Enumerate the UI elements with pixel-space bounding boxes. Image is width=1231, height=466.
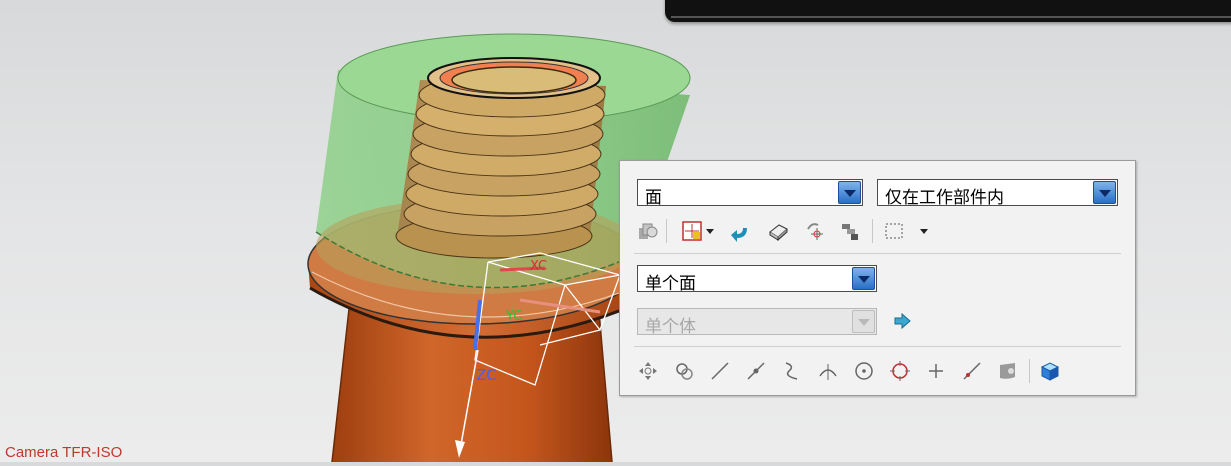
rectangle-select-icon[interactable] (882, 219, 906, 243)
face-rule-value: 单个面 (645, 274, 696, 294)
body-rule-value: 单个体 (645, 317, 696, 337)
tangent-icon[interactable] (816, 359, 840, 383)
zc-axis-label: ZC (476, 366, 497, 384)
chevron-down-icon[interactable] (852, 310, 875, 333)
toolbar-separator (666, 219, 667, 243)
caret-down-icon[interactable] (706, 229, 714, 234)
quadrant-icon[interactable] (888, 359, 912, 383)
feature-point-icon[interactable] (803, 219, 827, 243)
type-filter-dropdown[interactable]: 面 (637, 179, 863, 208)
selection-scope-value: 仅在工作部件内 (885, 188, 1004, 208)
undo-selection-icon[interactable] (728, 221, 752, 245)
midpoint-icon[interactable] (744, 359, 768, 383)
yc-axis-label: YC (505, 309, 522, 324)
camera-label: Camera TFR-ISO (5, 444, 123, 461)
body-rule-dropdown[interactable]: 单个体 (637, 308, 877, 337)
chevron-down-icon[interactable] (1093, 181, 1116, 204)
select-all-icon[interactable] (766, 219, 790, 243)
filter-icon[interactable] (636, 219, 660, 243)
top-toolbar-edge (665, 0, 1231, 22)
chevron-down-icon[interactable] (838, 181, 861, 204)
line-end-icon[interactable] (708, 359, 732, 383)
snap-center-icon[interactable] (672, 359, 696, 383)
existing-point-icon[interactable] (924, 359, 948, 383)
arc-center-icon[interactable] (852, 359, 876, 383)
gears-icon[interactable] (838, 219, 862, 243)
curve-point-icon[interactable] (780, 359, 804, 383)
toolbar-separator (872, 219, 873, 243)
caret-down-icon[interactable] (920, 229, 928, 234)
face-rule-dropdown[interactable]: 单个面 (637, 265, 877, 294)
toolbar-separator (1029, 359, 1030, 383)
row-divider (634, 346, 1121, 347)
view-cube-icon[interactable] (1038, 359, 1062, 383)
row-divider (634, 253, 1121, 254)
selection-bar-panel: 面 仅在工作部件内 单个面 单个体 (619, 160, 1136, 396)
xc-axis-label: XC (530, 259, 547, 274)
point-on-face-icon[interactable] (996, 359, 1020, 383)
chevron-down-icon[interactable] (852, 267, 875, 290)
snap-move-icon[interactable] (636, 359, 660, 383)
type-filter-value: 面 (645, 188, 662, 208)
arrow-right-icon[interactable] (890, 309, 914, 333)
selection-scope-dropdown[interactable]: 仅在工作部件内 (877, 179, 1118, 208)
point-on-curve-icon[interactable] (960, 359, 984, 383)
type-filter-icon[interactable] (680, 219, 704, 243)
threaded-stud[interactable] (395, 57, 606, 259)
